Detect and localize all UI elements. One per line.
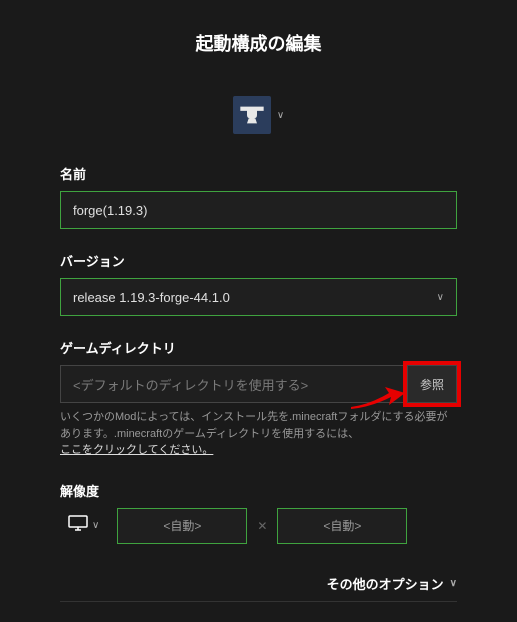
page-title: 起動構成の編集 <box>60 30 457 56</box>
divider <box>60 601 457 602</box>
browse-button[interactable]: 参照 <box>407 365 457 403</box>
gamedir-label: ゲームディレクトリ <box>60 338 457 357</box>
monitor-select[interactable]: ∨ <box>60 509 107 542</box>
version-select[interactable]: release 1.19.3-forge-44.1.0 ∨ <box>60 278 457 316</box>
anvil-icon <box>233 96 271 134</box>
more-options-toggle[interactable]: その他のオプション ∨ <box>60 574 457 593</box>
chevron-down-icon: ∨ <box>277 110 284 121</box>
version-label: バージョン <box>60 251 457 270</box>
gamedir-help-link[interactable]: ここをクリックしてください。 <box>60 444 213 456</box>
icon-selector[interactable]: ∨ <box>60 96 457 134</box>
arrow-annotation <box>349 385 409 418</box>
version-value: release 1.19.3-forge-44.1.0 <box>73 290 230 305</box>
resolution-label: 解像度 <box>60 481 457 500</box>
chevron-down-icon: ∨ <box>92 520 99 531</box>
name-input[interactable]: forge(1.19.3) <box>60 191 457 229</box>
chevron-down-icon: ∨ <box>450 578 457 589</box>
height-input[interactable]: <自動> <box>277 508 407 544</box>
width-input[interactable]: <自動> <box>117 508 247 544</box>
multiply-icon: ✕ <box>257 519 267 533</box>
monitor-icon <box>68 515 88 536</box>
chevron-down-icon: ∨ <box>437 292 444 303</box>
name-label: 名前 <box>60 164 457 183</box>
